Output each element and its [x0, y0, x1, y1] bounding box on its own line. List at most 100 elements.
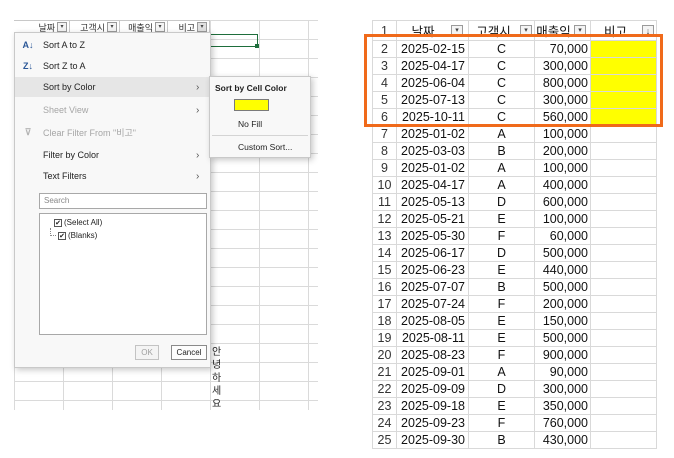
no-fill-option[interactable]: No Fill: [238, 119, 262, 129]
menu-item-sort-z-to-a[interactable]: Z↓ Sort Z to A: [15, 56, 210, 76]
customer-cell[interactable]: C: [468, 91, 535, 109]
date-cell[interactable]: 2025-06-17: [396, 244, 469, 262]
customer-cell[interactable]: F: [468, 346, 535, 364]
sales-cell[interactable]: 500,000: [534, 278, 591, 296]
note-cell[interactable]: [590, 244, 657, 262]
sales-cell[interactable]: 90,000: [534, 363, 591, 381]
customer-cell[interactable]: D: [468, 244, 535, 262]
date-cell[interactable]: 2025-03-03: [396, 142, 469, 160]
sales-cell[interactable]: 350,000: [534, 397, 591, 415]
date-cell[interactable]: 2025-09-30: [396, 431, 469, 449]
sales-cell[interactable]: 300,000: [534, 57, 591, 75]
customer-cell[interactable]: B: [468, 278, 535, 296]
date-cell[interactable]: 2025-01-02: [396, 125, 469, 143]
date-cell[interactable]: 2025-04-17: [396, 57, 469, 75]
selected-cell[interactable]: [210, 34, 258, 47]
note-cell[interactable]: [590, 380, 657, 398]
date-cell[interactable]: 2025-07-24: [396, 295, 469, 313]
checkbox-select-all[interactable]: ✔ (Select All): [54, 218, 102, 227]
sales-cell[interactable]: 500,000: [534, 329, 591, 347]
customer-cell[interactable]: E: [468, 210, 535, 228]
filter-dropdown-button[interactable]: ▾: [520, 24, 532, 37]
note-cell[interactable]: [590, 210, 657, 228]
note-cell[interactable]: [590, 57, 657, 75]
customer-cell[interactable]: E: [468, 329, 535, 347]
date-cell[interactable]: 2025-09-01: [396, 363, 469, 381]
customer-cell[interactable]: B: [468, 431, 535, 449]
search-input[interactable]: Search: [39, 193, 207, 209]
note-cell[interactable]: [590, 227, 657, 245]
sales-cell[interactable]: 100,000: [534, 210, 591, 228]
sales-cell[interactable]: 60,000: [534, 227, 591, 245]
customer-cell[interactable]: F: [468, 295, 535, 313]
note-cell[interactable]: [590, 74, 657, 92]
customer-cell[interactable]: E: [468, 397, 535, 415]
note-cell[interactable]: [590, 278, 657, 296]
date-cell[interactable]: 2025-09-18: [396, 397, 469, 415]
menu-item-filter-by-color[interactable]: Filter by Color ›: [15, 145, 210, 165]
note-cell[interactable]: [590, 159, 657, 177]
checkbox-blanks[interactable]: ✔ (Blanks): [50, 227, 97, 240]
sales-cell[interactable]: 600,000: [534, 193, 591, 211]
sales-cell[interactable]: 440,000: [534, 261, 591, 279]
note-cell[interactable]: [590, 40, 657, 58]
sales-cell[interactable]: 500,000: [534, 244, 591, 262]
yellow-color-swatch[interactable]: [234, 99, 269, 111]
date-cell[interactable]: 2025-09-09: [396, 380, 469, 398]
customer-cell[interactable]: F: [468, 227, 535, 245]
filter-dropdown-button[interactable]: ▾: [574, 24, 586, 37]
note-cell[interactable]: [590, 91, 657, 109]
customer-cell[interactable]: A: [468, 363, 535, 381]
sales-cell[interactable]: 400,000: [534, 176, 591, 194]
date-cell[interactable]: 2025-07-07: [396, 278, 469, 296]
customer-cell[interactable]: A: [468, 176, 535, 194]
sales-cell[interactable]: 760,000: [534, 414, 591, 432]
filter-dropdown-button[interactable]: ▾: [451, 24, 463, 37]
date-cell[interactable]: 2025-05-21: [396, 210, 469, 228]
customer-cell[interactable]: F: [468, 414, 535, 432]
note-cell[interactable]: [590, 363, 657, 381]
filter-dropdown-button[interactable]: ▾: [155, 22, 165, 32]
note-cell[interactable]: [590, 261, 657, 279]
custom-sort-option[interactable]: Custom Sort...: [238, 142, 292, 152]
sales-cell[interactable]: 800,000: [534, 74, 591, 92]
customer-cell[interactable]: C: [468, 40, 535, 58]
customer-cell[interactable]: C: [468, 74, 535, 92]
customer-cell[interactable]: A: [468, 125, 535, 143]
customer-cell[interactable]: B: [468, 142, 535, 160]
date-cell[interactable]: 2025-04-17: [396, 176, 469, 194]
date-cell[interactable]: 2025-01-02: [396, 159, 469, 177]
date-cell[interactable]: 2025-06-04: [396, 74, 469, 92]
cancel-button[interactable]: Cancel: [171, 345, 207, 360]
customer-cell[interactable]: C: [468, 108, 535, 126]
filter-dropdown-button[interactable]: ▾: [107, 22, 117, 32]
menu-item-sort-by-color[interactable]: Sort by Color ›: [15, 77, 210, 97]
note-cell[interactable]: [590, 414, 657, 432]
date-cell[interactable]: 2025-05-30: [396, 227, 469, 245]
ok-button[interactable]: OK: [135, 345, 159, 360]
note-cell[interactable]: [590, 193, 657, 211]
note-cell[interactable]: [590, 295, 657, 313]
note-cell[interactable]: [590, 108, 657, 126]
note-cell[interactable]: [590, 397, 657, 415]
date-cell[interactable]: 2025-07-13: [396, 91, 469, 109]
note-cell[interactable]: [590, 142, 657, 160]
sales-cell[interactable]: 100,000: [534, 159, 591, 177]
date-cell[interactable]: 2025-02-15: [396, 40, 469, 58]
date-cell[interactable]: 2025-10-11: [396, 108, 469, 126]
date-cell[interactable]: 2025-09-23: [396, 414, 469, 432]
customer-cell[interactable]: D: [468, 193, 535, 211]
note-cell[interactable]: [590, 312, 657, 330]
sales-cell[interactable]: 300,000: [534, 380, 591, 398]
note-cell[interactable]: [590, 346, 657, 364]
date-cell[interactable]: 2025-06-23: [396, 261, 469, 279]
sales-cell[interactable]: 150,000: [534, 312, 591, 330]
sales-cell[interactable]: 70,000: [534, 40, 591, 58]
note-cell[interactable]: [590, 125, 657, 143]
fill-handle[interactable]: [255, 44, 259, 48]
sales-cell[interactable]: 900,000: [534, 346, 591, 364]
note-cell[interactable]: [590, 431, 657, 449]
menu-item-sort-a-to-z[interactable]: A↓ Sort A to Z: [15, 35, 210, 55]
customer-cell[interactable]: E: [468, 312, 535, 330]
customer-cell[interactable]: E: [468, 261, 535, 279]
